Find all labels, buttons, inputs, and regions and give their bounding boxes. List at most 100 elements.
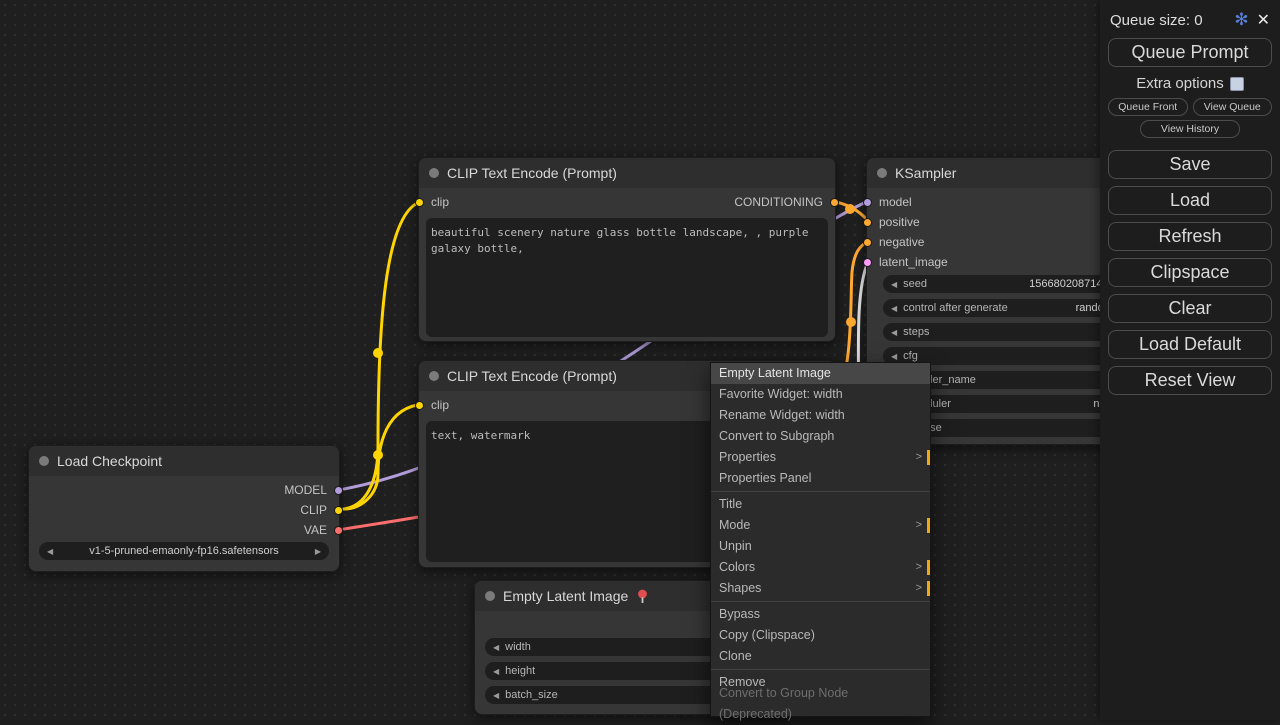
output-vae[interactable]: VAE [304, 521, 343, 539]
clipspace-button[interactable]: Clipspace [1108, 258, 1272, 287]
slot-label: CONDITIONING [734, 195, 823, 209]
menu-item-rename-widget[interactable]: Rename Widget: width [711, 405, 930, 426]
widget-name: width [505, 641, 531, 653]
input-clip[interactable]: clip [415, 396, 449, 414]
menu-item-convert-to-group-node[interactable]: Convert to Group Node (Deprecated) [711, 686, 930, 721]
queue-size-label: Queue size: 0 [1110, 11, 1203, 29]
link-dot[interactable] [373, 450, 383, 460]
node-load-checkpoint[interactable]: Load Checkpoint MODEL CLIP VAE ◀ v1-5-pr… [28, 445, 343, 572]
input-latent-image[interactable]: latent_image [863, 253, 948, 271]
menu-item-copy-clipspace[interactable]: Copy (Clipspace) [711, 625, 930, 646]
control-after-generate-widget[interactable]: ◀ control after generate randomize [883, 299, 1135, 317]
node-titlebar[interactable]: CLIP Text Encode (Prompt) [419, 158, 835, 188]
ckpt-name-value: v1-5-pruned-emaonly-fp16.safetensors [89, 545, 279, 557]
seed-widget[interactable]: ◀ seed 1566802087144563 [883, 275, 1135, 293]
widget-name: height [505, 665, 536, 677]
menu-item-label: Colors [719, 560, 756, 574]
slot-dot-conditioning[interactable] [863, 217, 872, 227]
slot-label: VAE [303, 523, 327, 537]
menu-separator [711, 669, 930, 670]
stepper-left-arrow[interactable]: ◀ [493, 691, 499, 700]
slot-dot-model[interactable] [863, 197, 872, 207]
collapse-dot-icon[interactable] [429, 371, 439, 381]
input-negative[interactable]: negative [863, 233, 924, 251]
combo-left-arrow[interactable]: ◀ [47, 547, 53, 556]
slot-dot-model[interactable] [334, 485, 343, 495]
slot-dot-conditioning[interactable] [830, 197, 839, 207]
stepper-left-arrow[interactable]: ◀ [891, 304, 897, 313]
menu-item-properties[interactable]: Properties > [711, 447, 930, 468]
widget-name: control after generate [903, 302, 1008, 314]
refresh-button[interactable]: Refresh [1108, 222, 1272, 251]
queue-prompt-button[interactable]: Queue Prompt [1108, 38, 1272, 67]
menu-item-label: Shapes [719, 581, 762, 595]
node-titlebar[interactable]: Load Checkpoint [29, 446, 339, 476]
menu-item-favorite-widget[interactable]: Favorite Widget: width [711, 384, 930, 405]
menu-separator [711, 601, 930, 602]
collapse-dot-icon[interactable] [877, 168, 887, 178]
slot-label: CLIP [300, 503, 327, 517]
menu-item-colors[interactable]: Colors > [711, 557, 930, 578]
steps-widget[interactable]: ◀ steps [883, 323, 1135, 341]
load-button[interactable]: Load [1108, 186, 1272, 215]
stepper-left-arrow[interactable]: ◀ [493, 667, 499, 676]
menu-item-bypass[interactable]: Bypass [711, 604, 930, 625]
slot-dot-vae[interactable] [334, 525, 343, 535]
graph-canvas[interactable]: Load Checkpoint MODEL CLIP VAE ◀ v1-5-pr… [0, 0, 1280, 720]
widget-name: seed [903, 278, 928, 290]
input-clip[interactable]: clip [415, 193, 449, 211]
stepper-left-arrow[interactable]: ◀ [891, 352, 897, 361]
save-button[interactable]: Save [1108, 150, 1272, 179]
load-default-button[interactable]: Load Default [1108, 330, 1272, 359]
stepper-left-arrow[interactable]: ◀ [891, 280, 897, 289]
stepper-left-arrow[interactable]: ◀ [891, 328, 897, 337]
wire-clip-positive [342, 199, 426, 511]
link-dot[interactable] [846, 317, 856, 327]
link-dot[interactable] [373, 348, 383, 358]
input-model[interactable]: model [863, 193, 912, 211]
menu-item-properties-panel[interactable]: Properties Panel [711, 468, 930, 489]
queue-front-button[interactable]: Queue Front [1108, 98, 1188, 116]
slot-label: positive [879, 215, 920, 229]
slot-label: latent_image [879, 255, 948, 269]
close-icon[interactable]: ✕ [1257, 10, 1270, 30]
output-conditioning[interactable]: CONDITIONING [734, 193, 839, 211]
node-clip-text-encode-positive[interactable]: CLIP Text Encode (Prompt) clip CONDITION… [415, 157, 839, 342]
view-queue-button[interactable]: View Queue [1192, 98, 1272, 116]
prompt-textarea[interactable]: beautiful scenery nature glass bottle la… [426, 218, 828, 337]
menu-item-mode[interactable]: Mode > [711, 515, 930, 536]
slot-label: negative [879, 235, 925, 249]
slot-dot-clip[interactable] [415, 400, 424, 410]
stepper-left-arrow[interactable]: ◀ [493, 643, 499, 652]
collapse-dot-icon[interactable] [39, 456, 49, 466]
output-model[interactable]: MODEL [284, 481, 343, 499]
reset-view-button[interactable]: Reset View [1108, 366, 1272, 395]
slot-dot-latent[interactable] [863, 257, 872, 267]
slot-dot-conditioning[interactable] [863, 237, 872, 247]
menu-item-unpin[interactable]: Unpin [711, 536, 930, 557]
collapse-dot-icon[interactable] [429, 168, 439, 178]
widget-name: steps [903, 326, 930, 338]
menu-item-clone[interactable]: Clone [711, 646, 930, 667]
menu-item-label: Mode [719, 518, 751, 532]
link-dot[interactable] [845, 204, 855, 214]
node-title: CLIP Text Encode (Prompt) [447, 368, 617, 384]
collapse-dot-icon[interactable] [485, 591, 495, 601]
input-positive[interactable]: positive [863, 213, 920, 231]
slot-label: MODEL [284, 483, 327, 497]
clear-button[interactable]: Clear [1108, 294, 1272, 323]
pin-icon [638, 589, 648, 603]
extra-options-checkbox[interactable] [1229, 76, 1244, 91]
view-history-button[interactable]: View History [1140, 120, 1240, 138]
combo-right-arrow[interactable]: ▶ [315, 547, 321, 556]
ckpt-name-combo[interactable]: ◀ v1-5-pruned-emaonly-fp16.safetensors ▶ [39, 542, 329, 560]
menu-item-shapes[interactable]: Shapes > [711, 578, 930, 599]
slot-dot-clip[interactable] [334, 505, 343, 515]
widget-name: cfg [903, 350, 918, 362]
slot-dot-clip[interactable] [415, 197, 424, 207]
submenu-arrow-icon: > [915, 582, 922, 594]
menu-item-convert-to-subgraph[interactable]: Convert to Subgraph [711, 426, 930, 447]
menu-item-title[interactable]: Title [711, 494, 930, 515]
output-clip[interactable]: CLIP [300, 501, 343, 519]
settings-icon[interactable]: ✻ [1234, 10, 1248, 30]
